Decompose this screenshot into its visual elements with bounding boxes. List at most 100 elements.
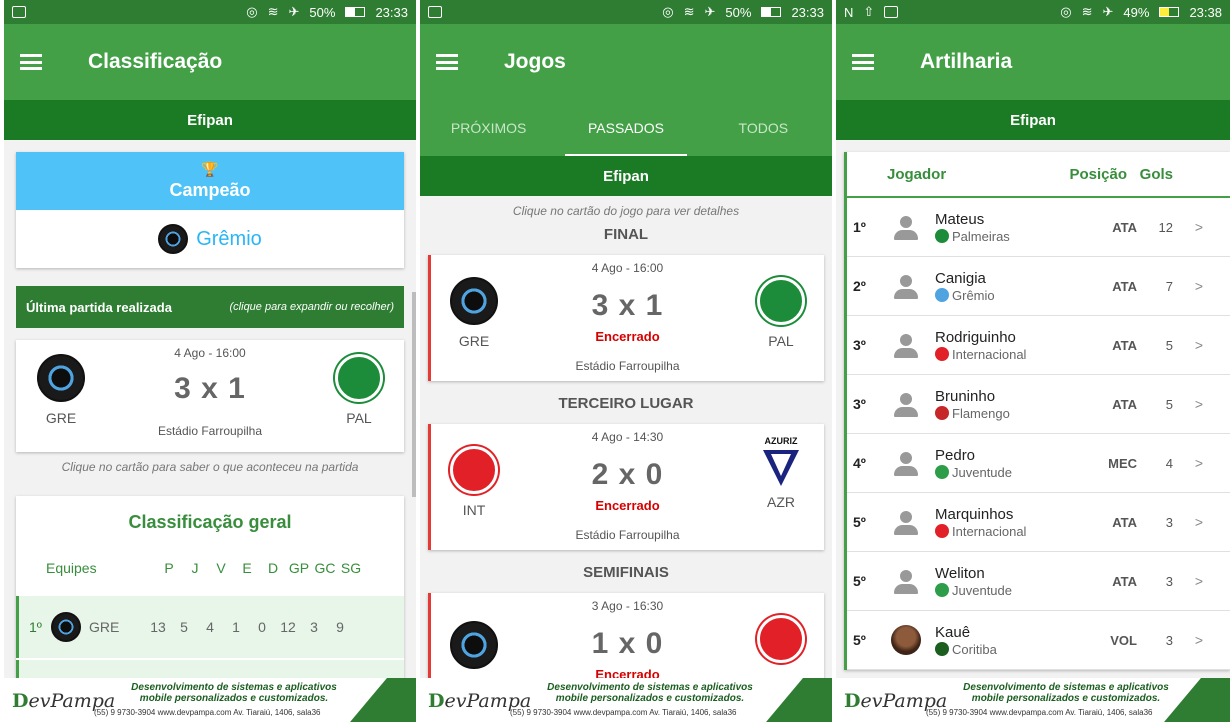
- ad-banner[interactable]: DevPampa Desenvolvimento de sistemas e a…: [836, 678, 1230, 722]
- player-goals: 4: [1165, 455, 1173, 471]
- player-goals: 7: [1165, 278, 1173, 294]
- col-gols: Gols: [1139, 165, 1173, 183]
- ad-banner[interactable]: DevPampa Desenvolvimento de sistemas e a…: [4, 678, 416, 722]
- image-notification-icon: [884, 6, 899, 18]
- row-stat: 12: [280, 619, 296, 635]
- chevron-right-icon[interactable]: >: [1173, 396, 1203, 412]
- person-icon: [891, 330, 921, 360]
- last-match-toggle[interactable]: Última partida realizada (clique para ex…: [16, 286, 404, 328]
- away-team-abbr: PAL: [768, 333, 794, 349]
- col-equipes: Equipes: [46, 560, 97, 576]
- scorer-rank: 5º: [853, 632, 866, 648]
- scorer-rank: 4º: [853, 455, 866, 471]
- last-match-hint: (clique para expandir ou recolher): [229, 301, 394, 313]
- chevron-right-icon[interactable]: >: [1173, 632, 1203, 648]
- player-goals: 5: [1165, 396, 1173, 412]
- gremio-crest-icon: [450, 277, 498, 325]
- row-stat: 13: [150, 619, 166, 635]
- home-team: GRE: [439, 277, 509, 349]
- chevron-right-icon[interactable]: >: [1173, 337, 1203, 353]
- player-position: ATA: [1112, 337, 1137, 353]
- menu-icon[interactable]: [852, 54, 874, 70]
- chevron-right-icon[interactable]: >: [1173, 514, 1203, 530]
- ad-banner[interactable]: DevPampa Desenvolvimento de sistemas e a…: [420, 678, 832, 722]
- n-notification-icon: N: [844, 4, 854, 20]
- club-crest-icon: [935, 465, 949, 479]
- scorer-row[interactable]: 1º Mateus Palmeiras ATA 12 >: [847, 198, 1230, 257]
- player-club: Flamengo: [952, 405, 1010, 421]
- trophy-icon: 🏆: [201, 161, 219, 177]
- tab-proximos[interactable]: PRÓXIMOS: [420, 100, 557, 156]
- tab-todos[interactable]: TODOS: [695, 100, 832, 156]
- col-v: V: [216, 560, 226, 576]
- menu-icon[interactable]: [20, 54, 42, 70]
- gremio-crest-icon: [158, 224, 189, 254]
- image-notification-icon: [12, 6, 26, 18]
- section-semifinais: SEMIFINAIS: [583, 564, 669, 581]
- player-position: ATA: [1112, 573, 1137, 589]
- player-position: ATA: [1112, 396, 1137, 412]
- player-photo: [891, 625, 921, 655]
- internacional-crest-icon: [450, 446, 498, 494]
- player-goals: 5: [1165, 337, 1173, 353]
- gremio-crest-icon: [37, 354, 85, 402]
- club-crest-icon: [935, 583, 949, 597]
- player-goals: 3: [1165, 632, 1173, 648]
- game-card-terceiro[interactable]: 4 Ago - 14:30 2 x 0 Encerrado INT AZURIZ…: [428, 424, 824, 550]
- match-hint: Clique no cartão para saber o que aconte…: [61, 460, 359, 474]
- scorer-row[interactable]: 3º Bruninho Flamengo ATA 5 >: [847, 375, 1230, 434]
- menu-icon[interactable]: [436, 54, 458, 70]
- person-icon: [891, 507, 921, 537]
- player-goals: 12: [1158, 219, 1173, 235]
- home-team-abbr: GRE: [458, 333, 490, 349]
- player-name: Marquinhos: [935, 505, 1014, 523]
- home-team-abbr: INT: [462, 502, 486, 518]
- chevron-right-icon[interactable]: >: [1173, 278, 1203, 294]
- scorer-rank: 1º: [853, 219, 866, 235]
- last-match-label: Última partida realizada: [26, 299, 172, 315]
- games-hint: Clique no cartão do jogo para ver detalh…: [512, 204, 740, 218]
- scorer-row[interactable]: 5º Marquinhos Internacional ATA 3 >: [847, 493, 1230, 552]
- home-team: INT: [439, 446, 509, 518]
- player-name: Rodriguinho: [935, 328, 1016, 346]
- player-name: Mateus: [935, 210, 985, 228]
- chevron-right-icon[interactable]: >: [1173, 573, 1203, 589]
- club-crest-icon: [935, 347, 949, 361]
- page-title: Classificação: [88, 50, 223, 73]
- person-icon: [891, 271, 921, 301]
- col-e: E: [242, 560, 252, 576]
- player-name: Pedro: [935, 446, 976, 464]
- ad-text: Desenvolvimento de sistemas e aplicativo…: [131, 682, 337, 704]
- status-bar: ◎ ≋ ✈ 50% 23:33: [4, 0, 416, 24]
- scorer-row[interactable]: 2º Canigia Grêmio ATA 7 >: [847, 257, 1230, 316]
- airplane-icon: ✈: [704, 4, 716, 19]
- page-title: Jogos: [504, 50, 566, 73]
- azuriz-crest-icon: AZURIZ: [757, 436, 805, 486]
- player-club: Juventude: [952, 464, 1012, 480]
- away-team-abbr: AZR: [767, 494, 795, 510]
- scorer-rank: 5º: [853, 573, 866, 589]
- svg-text:AZURIZ: AZURIZ: [765, 436, 798, 446]
- col-d: D: [267, 560, 279, 576]
- col-sg: SG: [340, 560, 362, 576]
- table-row[interactable]: 1º GRE 13 5 4 1 0 12 3 9: [16, 596, 404, 658]
- away-team: [746, 615, 816, 671]
- game-card-final[interactable]: 4 Ago - 16:00 3 x 1 Encerrado GRE PAL Es…: [428, 255, 824, 381]
- wifi-icon: ≋: [1081, 4, 1093, 19]
- scorer-row[interactable]: 3º Rodriguinho Internacional ATA 5 >: [847, 316, 1230, 375]
- scorer-rank: 5º: [853, 514, 866, 530]
- scorer-row[interactable]: 4º Pedro Juventude MEC 4 >: [847, 434, 1230, 493]
- scorer-row[interactable]: 5º Weliton Juventude ATA 3 >: [847, 552, 1230, 611]
- club-crest-icon: [935, 406, 949, 420]
- internacional-crest-icon: [757, 615, 805, 663]
- chevron-right-icon[interactable]: >: [1173, 219, 1203, 235]
- clock: 23:33: [375, 4, 408, 20]
- scorer-row[interactable]: 5º Kauê Coritiba VOL 3 >: [847, 611, 1230, 670]
- clock: 23:33: [791, 4, 824, 20]
- ad-contact: (55) 9 9730-3904 www.devpampa.com Av. Ti…: [926, 708, 1153, 717]
- club-crest-icon: [935, 524, 949, 538]
- scrollbar[interactable]: [412, 292, 416, 497]
- last-match-card[interactable]: 4 Ago - 16:00 3 x 1 GRE PAL Estádio Farr…: [16, 340, 404, 452]
- tab-passados[interactable]: PASSADOS: [557, 100, 694, 156]
- chevron-right-icon[interactable]: >: [1173, 455, 1203, 471]
